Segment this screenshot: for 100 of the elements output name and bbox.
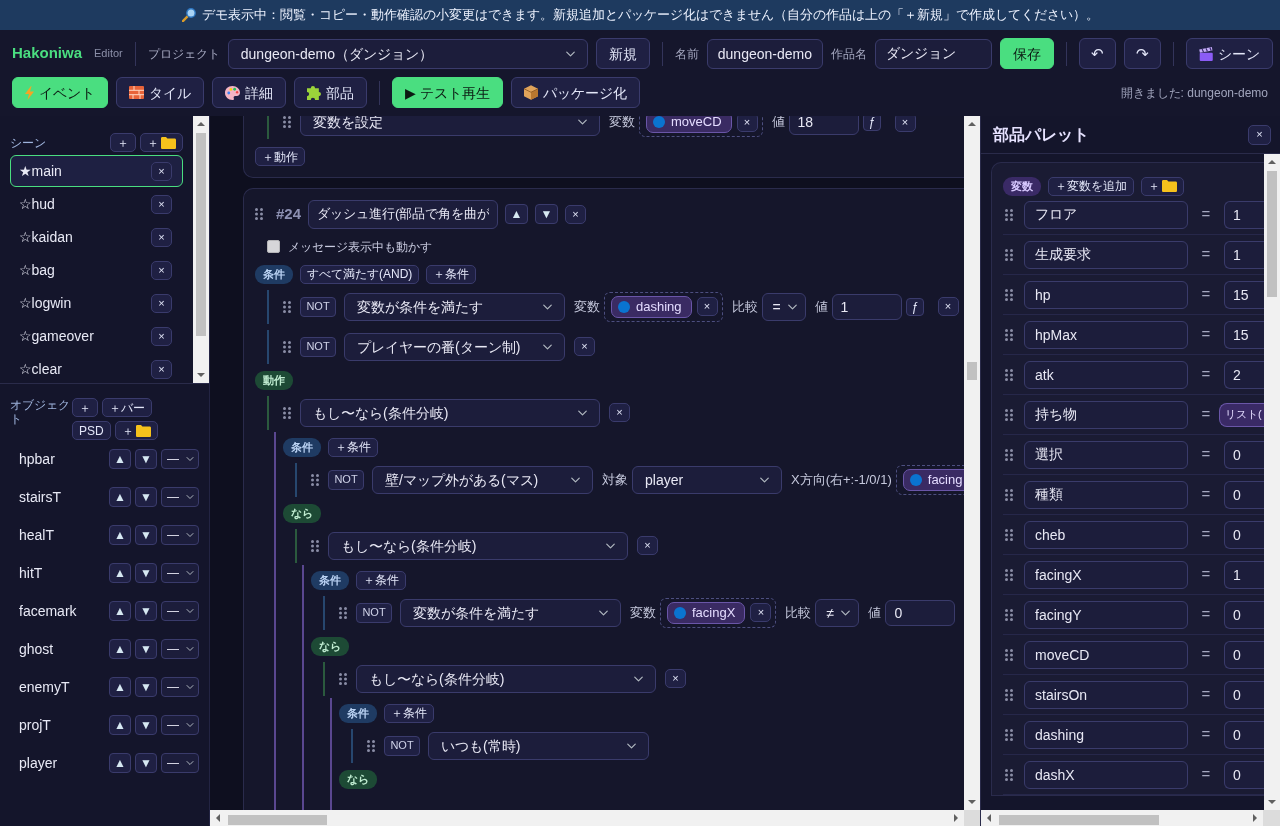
scene-item[interactable]: ☆clear × bbox=[10, 353, 183, 383]
variable-chip[interactable]: facingX bbox=[667, 601, 746, 624]
remove-button[interactable]: × bbox=[151, 326, 172, 346]
variable-chip[interactable]: moveCD bbox=[646, 116, 732, 133]
list-value-chip[interactable]: リスト( bbox=[1219, 402, 1264, 427]
variable-value-field[interactable]: 0 bbox=[1224, 640, 1264, 669]
variable-name-field[interactable]: 種類 bbox=[1024, 480, 1188, 509]
title-field[interactable]: ダンジョン bbox=[874, 38, 992, 69]
variable-name-field[interactable]: フロア bbox=[1024, 200, 1188, 229]
remove-button[interactable]: × bbox=[696, 297, 718, 316]
add-condition-button[interactable]: ＋条件 bbox=[384, 703, 434, 723]
variable-name-field[interactable]: facingY bbox=[1024, 600, 1188, 629]
add-button[interactable]: ＋ bbox=[72, 398, 98, 417]
add-folder-button[interactable]: ＋ bbox=[1141, 176, 1184, 196]
redo-button[interactable]: ↷ bbox=[1123, 38, 1161, 69]
layer-select[interactable]: — bbox=[161, 487, 199, 507]
not-toggle-button[interactable]: NOT bbox=[300, 336, 336, 357]
variable-name-field[interactable]: hp bbox=[1024, 280, 1188, 309]
not-toggle-button[interactable]: NOT bbox=[384, 735, 420, 756]
remove-button[interactable]: × bbox=[736, 116, 758, 132]
condition-select[interactable]: いつも(常時) bbox=[428, 731, 649, 760]
move-up-button[interactable]: ▲ bbox=[109, 487, 131, 507]
move-down-button[interactable]: ▼ bbox=[135, 639, 157, 659]
project-select[interactable]: dungeon-demo（ダンジョン） bbox=[227, 38, 588, 69]
param-select[interactable]: = bbox=[761, 292, 806, 321]
add-button[interactable]: ＋バー bbox=[102, 398, 152, 417]
variable-chip[interactable]: facing bbox=[902, 468, 964, 491]
move-down-button[interactable]: ▼ bbox=[135, 753, 157, 773]
remove-button[interactable]: × bbox=[151, 194, 172, 214]
move-down-button[interactable]: ▼ bbox=[135, 601, 157, 621]
layer-select[interactable]: — bbox=[161, 601, 199, 621]
move-up-button[interactable]: ▲ bbox=[109, 639, 131, 659]
add-folder-button[interactable]: ＋ bbox=[140, 133, 183, 152]
undo-button[interactable]: ↶ bbox=[1078, 38, 1116, 69]
scene-item[interactable]: ☆logwin × bbox=[10, 287, 183, 319]
variable-value-field[interactable]: 0 bbox=[1224, 720, 1264, 749]
vertical-scrollbar[interactable] bbox=[1264, 154, 1280, 810]
variable-value-field[interactable]: 2 bbox=[1224, 360, 1264, 389]
move-up-button[interactable]: ▲ bbox=[109, 449, 131, 469]
test-play-button[interactable]: ▶ テスト再生 bbox=[392, 77, 503, 108]
scene-button[interactable]: シーン bbox=[1185, 38, 1273, 69]
variable-value-field[interactable]: 0 bbox=[1224, 680, 1264, 709]
horizontal-scrollbar[interactable] bbox=[981, 810, 1263, 826]
variable-name-field[interactable]: 選択 bbox=[1024, 440, 1188, 469]
remove-button[interactable]: × bbox=[609, 403, 630, 422]
move-down-button[interactable]: ▼ bbox=[535, 204, 559, 224]
move-up-button[interactable]: ▲ bbox=[505, 204, 529, 224]
variable-name-field[interactable]: dashX bbox=[1024, 760, 1188, 789]
variable-value-field[interactable]: 1 bbox=[1224, 240, 1264, 269]
variable-value-field[interactable]: 0 bbox=[1224, 520, 1264, 549]
tab[interactable]: 詳細 bbox=[212, 77, 286, 108]
remove-button[interactable]: × bbox=[750, 603, 772, 622]
variable-name-field[interactable]: moveCD bbox=[1024, 640, 1188, 669]
move-up-button[interactable]: ▲ bbox=[109, 677, 131, 697]
add-condition-button[interactable]: ＋条件 bbox=[426, 264, 477, 284]
scene-item[interactable]: ☆gameover × bbox=[10, 320, 183, 352]
variable-value-field[interactable]: 1 bbox=[1224, 560, 1264, 589]
add-button[interactable]: ＋ bbox=[110, 133, 136, 152]
move-up-button[interactable]: ▲ bbox=[109, 563, 131, 583]
move-down-button[interactable]: ▼ bbox=[135, 449, 157, 469]
variable-value-field[interactable]: 0 bbox=[1224, 760, 1264, 789]
variable-value-field[interactable]: 15 bbox=[1224, 280, 1264, 309]
formula-button[interactable]: ƒ bbox=[862, 116, 881, 131]
variable-name-field[interactable]: cheb bbox=[1024, 520, 1188, 549]
remove-button[interactable]: × bbox=[151, 227, 172, 247]
save-button[interactable]: 保存 bbox=[999, 38, 1054, 69]
add-condition-button[interactable]: ＋条件 bbox=[328, 437, 378, 457]
condition-select[interactable]: プレイヤーの番(ターン制) bbox=[344, 332, 565, 361]
layer-select[interactable]: — bbox=[161, 525, 199, 545]
variable-chip[interactable]: dashing bbox=[611, 295, 692, 318]
add-action-button[interactable]: ＋動作 bbox=[255, 147, 305, 166]
variable-name-field[interactable]: dashing bbox=[1024, 720, 1188, 749]
move-down-button[interactable]: ▼ bbox=[135, 525, 157, 545]
variable-name-field[interactable]: atk bbox=[1024, 360, 1188, 389]
add-folder-button[interactable]: ＋ bbox=[114, 421, 158, 440]
value-field[interactable]: 18 bbox=[788, 116, 859, 135]
remove-button[interactable]: × bbox=[151, 359, 172, 379]
value-field[interactable]: 0 bbox=[885, 599, 956, 626]
layer-select[interactable]: — bbox=[161, 715, 199, 735]
move-down-button[interactable]: ▼ bbox=[135, 677, 157, 697]
variable-value-field[interactable]: 0 bbox=[1224, 440, 1264, 469]
package-button[interactable]: パッケージ化 bbox=[510, 77, 640, 108]
variable-name-field[interactable]: 持ち物 bbox=[1024, 400, 1188, 429]
layer-select[interactable]: — bbox=[161, 563, 199, 583]
action-select[interactable]: もし〜なら(条件分岐) bbox=[328, 531, 628, 560]
add-condition-button[interactable]: ＋条件 bbox=[356, 570, 406, 590]
variable-value-field[interactable]: 0 bbox=[1224, 600, 1264, 629]
remove-button[interactable]: × bbox=[637, 536, 658, 555]
tab[interactable]: タイル bbox=[116, 77, 204, 108]
close-button[interactable]: × bbox=[1248, 124, 1271, 145]
remove-button[interactable]: × bbox=[894, 116, 916, 132]
tab[interactable]: イベント bbox=[12, 77, 108, 108]
move-up-button[interactable]: ▲ bbox=[109, 715, 131, 735]
variable-value-field[interactable]: 1 bbox=[1224, 200, 1264, 229]
move-up-button[interactable]: ▲ bbox=[109, 525, 131, 545]
remove-button[interactable]: × bbox=[937, 297, 959, 316]
move-down-button[interactable]: ▼ bbox=[135, 563, 157, 583]
not-toggle-button[interactable]: NOT bbox=[356, 602, 392, 623]
layer-select[interactable]: — bbox=[161, 753, 199, 773]
move-up-button[interactable]: ▲ bbox=[109, 753, 131, 773]
